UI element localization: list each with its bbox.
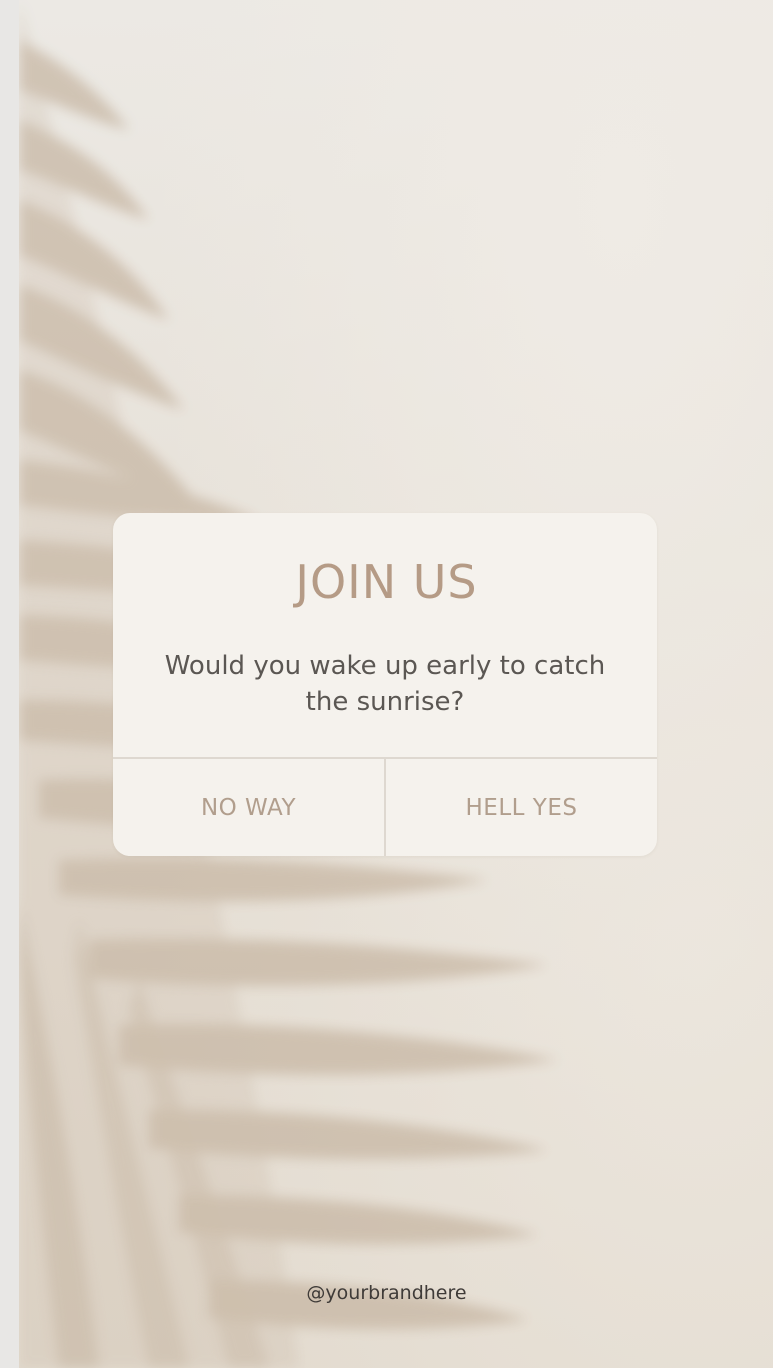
no-way-button[interactable]: NO WAY	[113, 759, 384, 856]
popup-message: Would you wake up early to catch the sun…	[164, 651, 606, 717]
popup-title: JOIN US	[295, 555, 478, 609]
hell-yes-button[interactable]: HELL YES	[386, 759, 657, 856]
brand-handle: @yourbrandhere	[306, 1282, 467, 1304]
